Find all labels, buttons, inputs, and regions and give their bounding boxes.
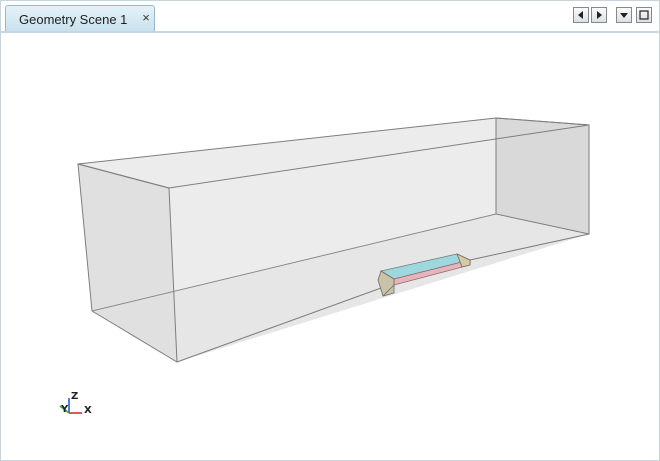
maximize-icon[interactable] bbox=[636, 7, 652, 23]
scene-canvas[interactable] bbox=[2, 33, 659, 460]
box-end-face bbox=[495, 117, 590, 235]
scroll-right-icon[interactable] bbox=[591, 7, 607, 23]
triad-x-label: X bbox=[84, 405, 92, 416]
geometry-scene-window: Geometry Scene 1 × Z Y X bbox=[0, 0, 660, 461]
triad-y-label: Y bbox=[61, 404, 69, 415]
tab-bar: Geometry Scene 1 × bbox=[1, 1, 659, 33]
tab-geometry-scene-1[interactable]: Geometry Scene 1 × bbox=[5, 5, 155, 31]
box-near-face bbox=[77, 163, 178, 363]
tab-close-icon[interactable]: × bbox=[140, 11, 152, 25]
dropdown-menu-icon[interactable] bbox=[616, 7, 632, 23]
scroll-left-icon[interactable] bbox=[573, 7, 589, 23]
triad-z-label: Z bbox=[71, 391, 79, 402]
scene-viewport[interactable]: Z Y X bbox=[2, 33, 659, 460]
tab-label: Geometry Scene 1 bbox=[19, 12, 128, 27]
